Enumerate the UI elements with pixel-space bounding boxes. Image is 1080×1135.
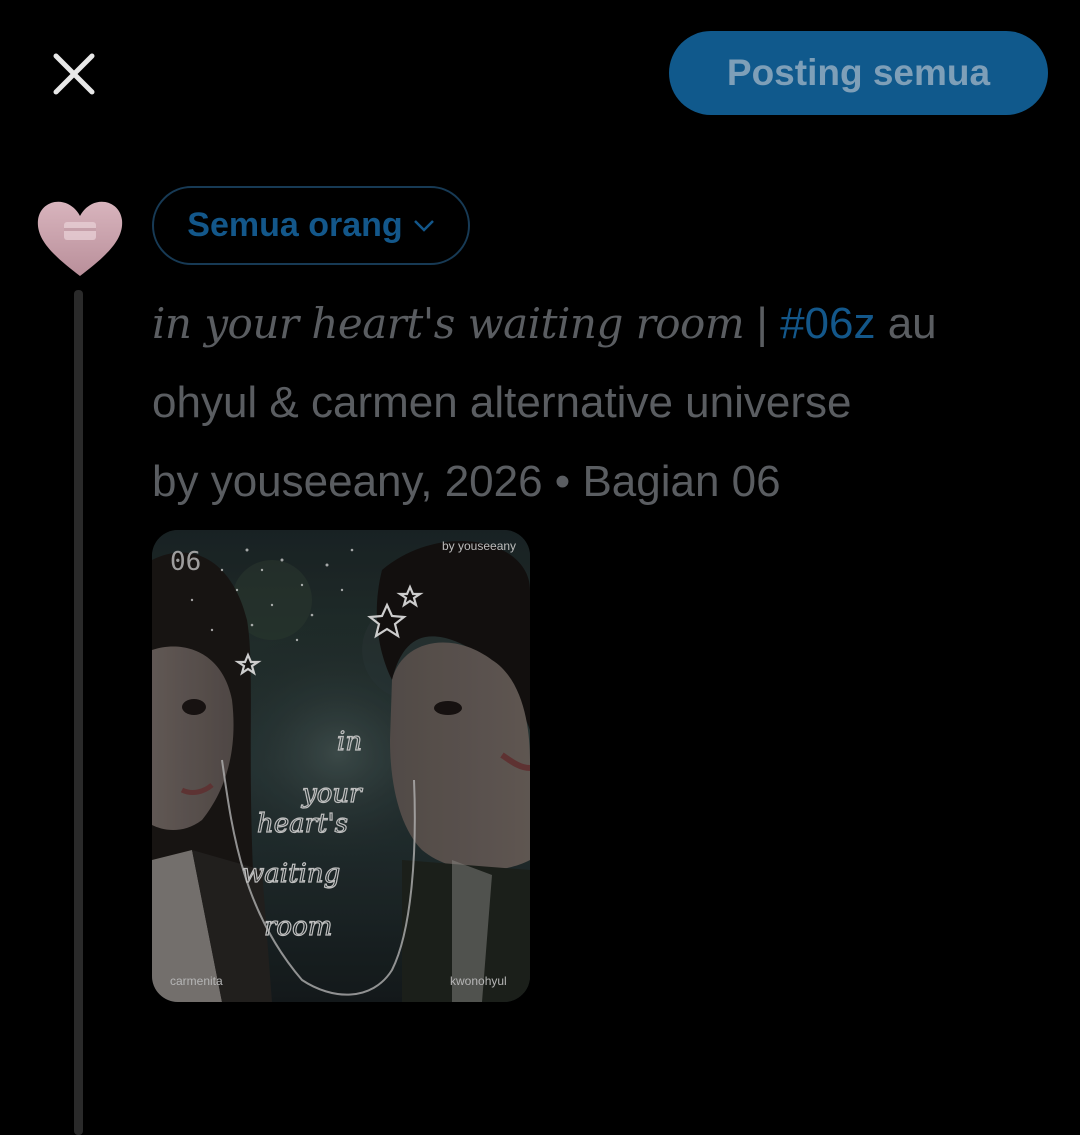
title-separator: |: [744, 299, 781, 348]
post-all-button[interactable]: Posting semua: [669, 31, 1048, 115]
user-avatar[interactable]: [34, 196, 126, 280]
post-title: in your heart's waiting room: [152, 299, 745, 348]
thread-line: [74, 290, 83, 1135]
compose-screen: Posting semua Semua orang in your heart'…: [0, 0, 1080, 1135]
audience-label: Semua orang: [187, 206, 403, 244]
chevron-down-icon: [413, 219, 434, 232]
post-line-1-tail: au: [875, 299, 937, 348]
post-line-2: ohyul & carmen alternative universe: [152, 378, 852, 427]
post-line-3: by youseeany, 2026 • Bagian 06: [152, 457, 781, 506]
close-icon: [53, 53, 95, 95]
attached-image[interactable]: 06 by youseeany in your heart's waiting …: [152, 530, 530, 1002]
heart-avatar-icon: [37, 201, 123, 276]
close-button[interactable]: [50, 50, 98, 98]
post-text-input[interactable]: in your heart's waiting room | #06z au o…: [152, 284, 1032, 521]
cover-art: 06 by youseeany in your heart's waiting …: [152, 530, 530, 1002]
post-line-1: in your heart's waiting room | #06z au: [152, 284, 1032, 363]
audience-selector[interactable]: Semua orang: [152, 186, 470, 265]
hashtag-link[interactable]: #06z: [780, 299, 875, 348]
